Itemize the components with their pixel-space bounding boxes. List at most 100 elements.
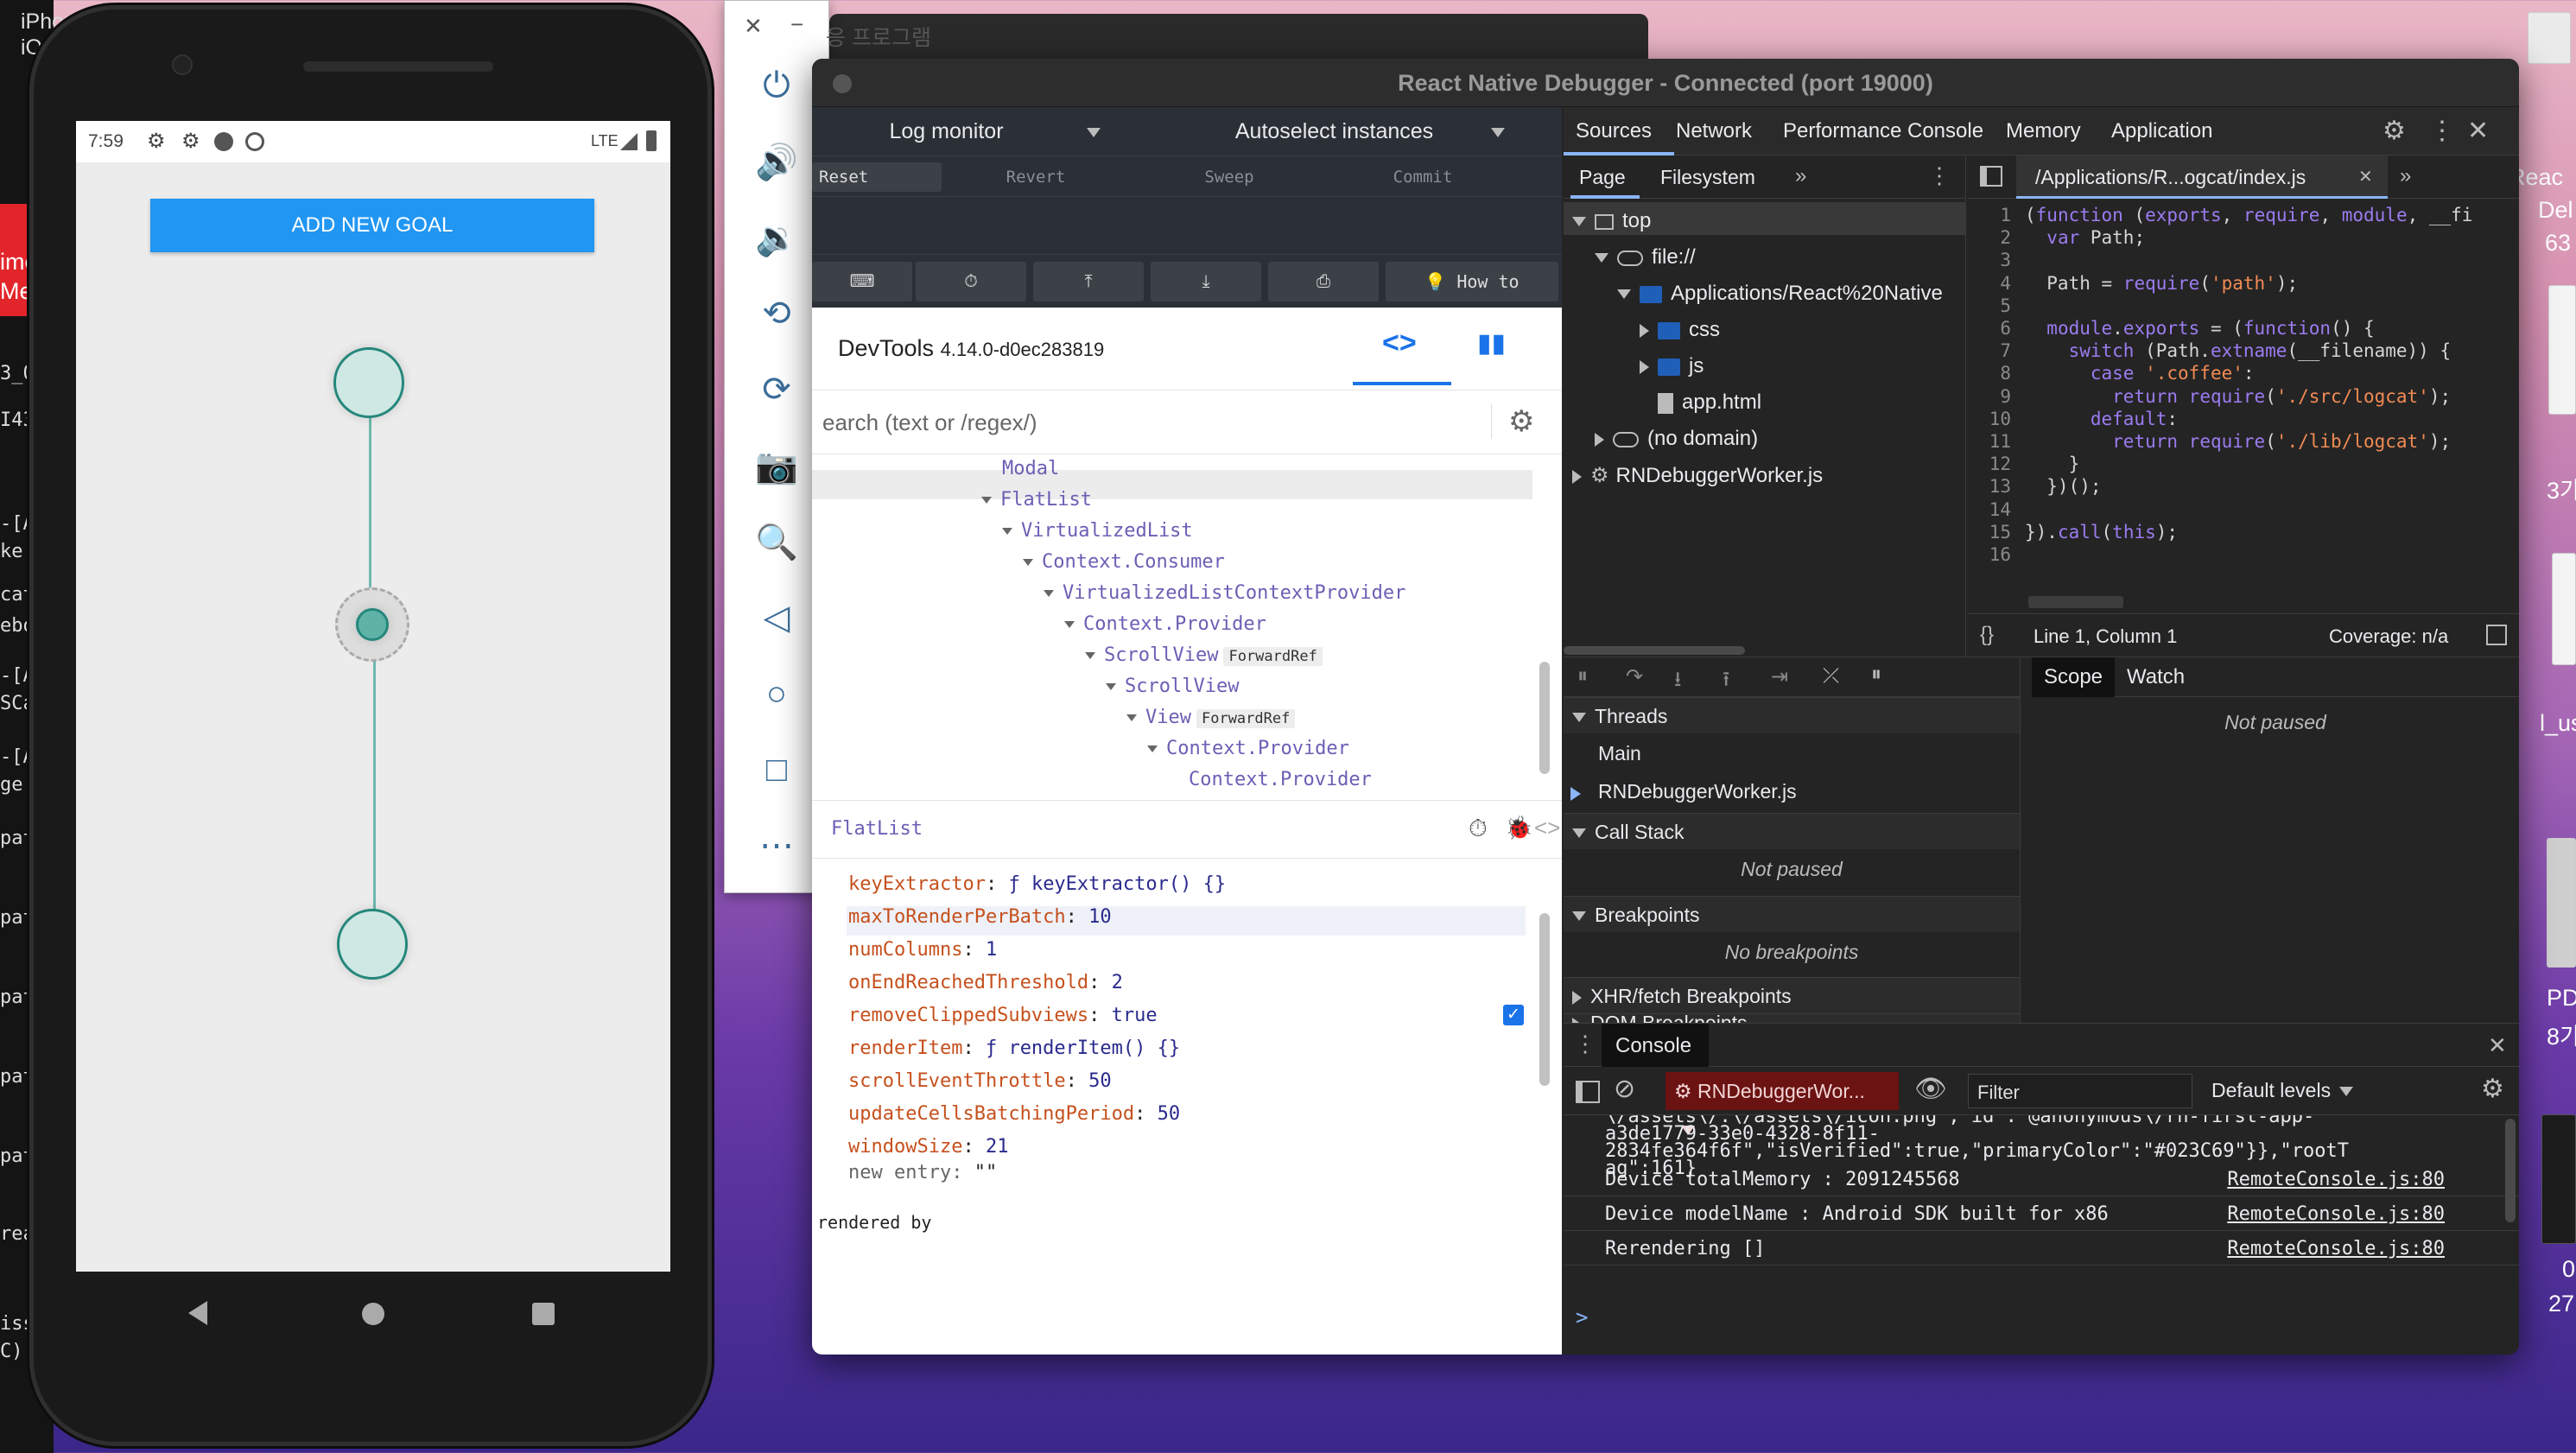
component-tree-row[interactable]: Context.Provider <box>1064 613 1266 635</box>
code-line[interactable]: 14 <box>1968 498 2025 521</box>
code-line[interactable]: 1 (function (exports, require, module, __… <box>1968 204 2472 226</box>
more-vert-icon[interactable]: ⋮ <box>1928 162 1951 189</box>
breakpoints-section[interactable]: Breakpoints <box>1564 896 2020 932</box>
prop-value[interactable]: 50 <box>1088 1070 1112 1092</box>
home-nav-icon[interactable] <box>362 1303 384 1325</box>
code-line[interactable]: 5 <box>1968 295 2025 317</box>
console-prompt[interactable]: > <box>1564 1302 2519 1336</box>
prop-row[interactable]: removeClippedSubviews: true <box>848 1005 1158 1026</box>
prop-row[interactable]: onEndReachedThreshold: 2 <box>848 972 1123 993</box>
prop-row[interactable]: maxToRenderPerBatch: 10 <box>848 906 1112 928</box>
profiler-tab-icon[interactable]: ▮▮ <box>1477 328 1506 358</box>
reset-button[interactable]: Reset <box>812 162 942 192</box>
code-line[interactable]: 9 return require('./src/logcat'); <box>1968 385 2451 408</box>
source-tree-row[interactable]: app.html <box>1640 390 1761 415</box>
component-tree-row[interactable]: View ForwardRef <box>1126 707 1296 728</box>
more-vert-icon[interactable]: ⋮ <box>1574 1031 1596 1057</box>
new-entry-row[interactable]: new entry: "" <box>848 1162 997 1183</box>
tab-console[interactable]: Console <box>1895 107 1995 155</box>
xhr-breakpoints-section[interactable]: XHR/fetch Breakpoints <box>1564 977 2020 1013</box>
power-icon[interactable]: ⏻ <box>744 60 809 111</box>
prop-value[interactable]: true <box>1112 1005 1158 1026</box>
download-icon[interactable]: ⤓ <box>1151 262 1261 301</box>
component-tree-row[interactable]: VirtualizedListContextProvider <box>1044 582 1405 604</box>
overview-icon[interactable]: □ <box>744 744 809 796</box>
editor-hscrollbar[interactable] <box>2028 596 2123 608</box>
component-search-input[interactable]: earch (text or /regex/) ⚙ <box>812 390 1562 454</box>
prop-value[interactable]: ƒ keyExtractor() {} <box>1008 873 1226 895</box>
desktop-file-icon[interactable] <box>2548 285 2576 415</box>
expand-arrow-icon[interactable] <box>1023 559 1033 566</box>
prop-value[interactable]: 50 <box>1158 1103 1181 1125</box>
revert-button[interactable]: Revert <box>971 162 1101 192</box>
navigator-scrollbar[interactable] <box>1564 646 1745 655</box>
close-icon[interactable]: ✕ <box>744 13 763 40</box>
close-icon[interactable]: ✕ <box>2358 166 2373 187</box>
keyboard-icon[interactable]: ⌨ <box>812 262 912 301</box>
more-icon[interactable]: ⋯ <box>744 820 809 872</box>
code-line[interactable]: 15}).call(this); <box>1968 521 2178 543</box>
prop-value[interactable]: 2 <box>1112 972 1123 993</box>
source-tree-row[interactable]: Applications/React%20Native <box>1617 282 1943 306</box>
component-tree-row[interactable]: Context.Consumer <box>1023 551 1225 573</box>
props-scrollbar[interactable] <box>1539 913 1550 1086</box>
remove-clipped-checkbox[interactable]: ✓ <box>1503 1005 1524 1025</box>
console-source-link[interactable]: RemoteConsole.js:80 <box>2227 1233 2445 1266</box>
prop-value[interactable]: 10 <box>1088 906 1112 928</box>
code-line[interactable]: 6 module.exports = (function() { <box>1968 317 2374 339</box>
step-out-icon[interactable]: ⭱ <box>1723 664 1729 700</box>
tab-filesystem[interactable]: Filesystem <box>1660 166 1755 189</box>
tab-network[interactable]: Network <box>1664 107 1764 155</box>
code-line[interactable]: 3 <box>1968 249 2025 271</box>
gear-icon[interactable]: ⚙ <box>1508 404 1534 439</box>
volume-up-icon[interactable]: 🔊 <box>744 136 809 187</box>
step-into-icon[interactable]: ⭳ <box>1674 664 1681 700</box>
expand-arrow-icon[interactable] <box>1064 621 1075 628</box>
goal-node[interactable] <box>337 909 408 980</box>
autoselect-instances-select[interactable]: Autoselect instances <box>1187 107 1562 155</box>
component-tree-row[interactable]: ScrollView <box>1106 676 1239 697</box>
code-line[interactable]: 4 Path = require('path'); <box>1968 272 2298 295</box>
expand-arrow-icon[interactable] <box>1126 714 1137 721</box>
add-new-goal-button[interactable]: ADD NEW GOAL <box>150 199 594 252</box>
prop-row[interactable]: renderItem: ƒ renderItem() {} <box>848 1037 1180 1059</box>
gear-icon[interactable]: ⚙ <box>2481 1074 2504 1104</box>
prop-value[interactable]: ƒ renderItem() {} <box>986 1037 1180 1059</box>
desktop-file-icon[interactable] <box>2552 553 2576 665</box>
source-tree-row[interactable]: top <box>1572 209 1651 233</box>
component-tree-row[interactable]: ScrollView ForwardRef <box>1085 644 1323 666</box>
gear-icon[interactable]: ⚙ <box>2382 116 2406 146</box>
components-tab-icon[interactable]: <> <box>1382 327 1417 360</box>
tab-performance[interactable]: Performance <box>1771 107 1913 155</box>
threads-section[interactable]: Threads <box>1564 697 2020 733</box>
sidebar-toggle-icon[interactable] <box>1576 1081 1600 1103</box>
context-selector[interactable]: ⚙ RNDebuggerWor... <box>1666 1072 1899 1136</box>
timer-icon[interactable]: ⏱ <box>1469 815 1488 843</box>
rotate-left-icon[interactable]: ⟲ <box>744 288 809 339</box>
code-icon[interactable]: <> <box>1534 815 1560 841</box>
how-to-button[interactable]: 💡 How to <box>1386 262 1558 301</box>
thread-worker[interactable]: RNDebuggerWorker.js <box>1598 780 1797 803</box>
code-line[interactable]: 13 })(); <box>1968 475 2102 498</box>
commit-button[interactable]: Commit <box>1358 162 1488 192</box>
thread-main[interactable]: Main <box>1598 742 1641 765</box>
chevron-right-icon[interactable]: » <box>2400 164 2411 188</box>
console-tab[interactable]: Console <box>1602 1024 1709 1067</box>
emulator-screen[interactable]: 7:59 ⚙ ⚙ LTE ADD NEW GOAL <box>76 121 670 1272</box>
goal-node[interactable] <box>333 347 404 418</box>
log-monitor-select[interactable]: Log monitor <box>812 107 1187 155</box>
source-tree-row[interactable]: (no domain) <box>1595 427 1758 451</box>
pause-exceptions-icon[interactable]: ⏸ <box>1871 663 1881 687</box>
home-icon[interactable]: ○ <box>744 668 809 720</box>
goal-node[interactable] <box>356 608 389 641</box>
code-line[interactable]: 12 } <box>1968 453 2080 475</box>
chevron-right-icon[interactable]: » <box>1795 164 1806 188</box>
component-tree-row[interactable]: VirtualizedList <box>1002 520 1193 542</box>
upload-icon[interactable]: ⤒ <box>1033 262 1144 301</box>
minimize-icon[interactable]: − <box>790 11 803 38</box>
desktop-file-icon[interactable] <box>2528 12 2571 64</box>
code-line[interactable]: 11 return require('./lib/logcat'); <box>1968 430 2451 453</box>
code-line[interactable]: 10 default: <box>1968 408 2178 430</box>
console-filter-input[interactable]: Filter <box>1968 1074 2192 1108</box>
call-stack-section[interactable]: Call Stack <box>1564 813 2020 849</box>
